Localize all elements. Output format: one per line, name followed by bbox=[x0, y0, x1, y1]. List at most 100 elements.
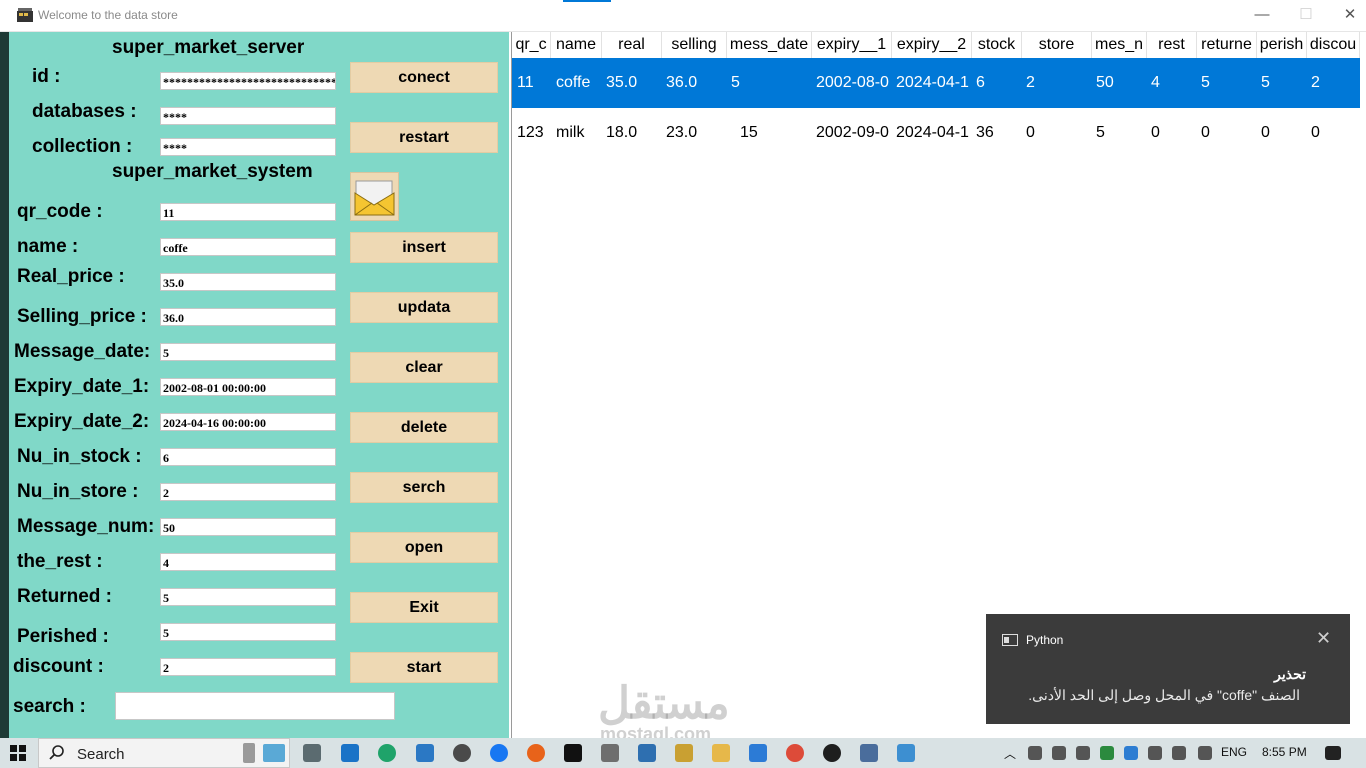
close-icon[interactable]: ✕ bbox=[1332, 4, 1366, 26]
column-header[interactable]: real bbox=[602, 32, 662, 58]
windows-start-icon[interactable] bbox=[10, 745, 26, 761]
label-nu-in-store: Nu_in_store : bbox=[17, 481, 139, 502]
column-header[interactable]: rest bbox=[1147, 32, 1197, 58]
label-expiry-date-2: Expiry_date_2: bbox=[14, 411, 150, 432]
maximize-icon[interactable]: ☐ bbox=[1288, 4, 1324, 26]
pycharm-icon[interactable] bbox=[564, 744, 582, 762]
the-rest-field[interactable]: 4 bbox=[160, 553, 336, 571]
exit-button[interactable]: Exit bbox=[350, 592, 498, 623]
wifi-icon[interactable] bbox=[1198, 746, 1212, 760]
toast-notification[interactable]: Python ✕ تحذير الصنف "coffe" في المحل وص… bbox=[986, 614, 1350, 724]
firefox-icon[interactable] bbox=[527, 744, 545, 762]
column-header[interactable]: qr_c bbox=[512, 32, 551, 58]
id-field[interactable]: ********************************** bbox=[160, 72, 336, 90]
luggage-icon bbox=[243, 743, 255, 763]
volume-icon[interactable] bbox=[1172, 746, 1186, 760]
tray-icon[interactable] bbox=[1052, 746, 1066, 760]
column-header[interactable]: store bbox=[1022, 32, 1092, 58]
label-databases: databases : bbox=[32, 101, 137, 122]
column-header[interactable]: selling bbox=[662, 32, 727, 58]
insert-button[interactable]: insert bbox=[350, 232, 498, 263]
clock[interactable]: 8:55 PM bbox=[1262, 745, 1307, 759]
label-nu-in-stock: Nu_in_stock : bbox=[17, 446, 142, 467]
column-header[interactable]: mess_date bbox=[727, 32, 812, 58]
table-cell: 0 bbox=[1261, 124, 1270, 141]
window-edge bbox=[0, 32, 9, 738]
databases-field[interactable]: **** bbox=[160, 107, 336, 125]
name-field[interactable]: coffe bbox=[160, 238, 336, 256]
task-view-icon[interactable] bbox=[303, 744, 321, 762]
label-returned: Returned : bbox=[17, 586, 112, 607]
table-cell: 0 bbox=[1151, 124, 1160, 141]
vscode-icon[interactable] bbox=[749, 744, 767, 762]
updata-button[interactable]: updata bbox=[350, 292, 498, 323]
expiry-date-1-field[interactable]: 2002-08-01 00:00:00 bbox=[160, 378, 336, 396]
table-cell: 123 bbox=[517, 124, 544, 141]
close-icon[interactable]: ✕ bbox=[1316, 628, 1331, 649]
notification-icon[interactable] bbox=[1325, 746, 1341, 760]
table-row[interactable]: 123 milk 18.0 23.0 15 2002-09-0 2024-04-… bbox=[512, 108, 1360, 158]
search-input[interactable] bbox=[115, 692, 395, 720]
column-header[interactable]: expiry__1 bbox=[812, 32, 892, 58]
column-header[interactable]: name bbox=[551, 32, 602, 58]
network-icon[interactable] bbox=[1148, 746, 1162, 760]
table-cell: coffe bbox=[556, 74, 591, 91]
selling-price-field[interactable]: 36.0 bbox=[160, 308, 336, 326]
store-icon[interactable] bbox=[341, 744, 359, 762]
search-icon bbox=[49, 745, 64, 760]
title-bar: Welcome to the data store — ☐ ✕ bbox=[0, 0, 1366, 32]
clear-button[interactable]: clear bbox=[350, 352, 498, 383]
column-header[interactable]: discou bbox=[1307, 32, 1360, 58]
table-cell: 35.0 bbox=[606, 74, 638, 91]
column-header[interactable]: returne bbox=[1197, 32, 1257, 58]
facebook-icon[interactable] bbox=[490, 744, 508, 762]
column-header[interactable]: expiry__2 bbox=[892, 32, 972, 58]
message-num-field[interactable]: 50 bbox=[160, 518, 336, 536]
tray-icon[interactable] bbox=[1124, 746, 1138, 760]
table-row[interactable]: 11 coffe 35.0 36.0 5 2002-08-0 2024-04-1… bbox=[512, 58, 1360, 108]
restart-button[interactable]: restart bbox=[350, 122, 498, 153]
notepad-icon[interactable] bbox=[860, 744, 878, 762]
app-icon[interactable] bbox=[897, 744, 915, 762]
nu-in-stock-field[interactable]: 6 bbox=[160, 448, 336, 466]
minimize-icon[interactable]: — bbox=[1244, 4, 1280, 26]
table-cell: 15 bbox=[740, 124, 758, 141]
label-the-rest: the_rest : bbox=[17, 551, 103, 572]
nu-in-store-field[interactable]: 2 bbox=[160, 483, 336, 501]
app-icon[interactable] bbox=[638, 744, 656, 762]
delete-button[interactable]: delete bbox=[350, 412, 498, 443]
table-cell: 0 bbox=[1201, 124, 1210, 141]
conect-button[interactable]: conect bbox=[350, 62, 498, 93]
column-header[interactable]: perish bbox=[1257, 32, 1307, 58]
toast-message: الصنف "coffe" في المحل وصل إلى الحد الأد… bbox=[1028, 687, 1300, 703]
tray-icon[interactable] bbox=[1028, 746, 1042, 760]
real-price-field[interactable]: 35.0 bbox=[160, 273, 336, 291]
chevron-up-icon[interactable]: ︿ bbox=[1004, 745, 1016, 762]
file-explorer-icon[interactable] bbox=[712, 744, 730, 762]
mail-icon[interactable] bbox=[416, 744, 434, 762]
column-header[interactable]: mes_n bbox=[1092, 32, 1147, 58]
mail-button[interactable] bbox=[350, 172, 399, 221]
chrome-icon[interactable] bbox=[786, 744, 804, 762]
shield-icon[interactable] bbox=[1100, 746, 1114, 760]
collection-field[interactable]: **** bbox=[160, 138, 336, 156]
tray-icon[interactable] bbox=[1076, 746, 1090, 760]
message-date-field[interactable]: 5 bbox=[160, 343, 336, 361]
python-icon[interactable] bbox=[675, 744, 693, 762]
qr-code-field[interactable]: 11 bbox=[160, 203, 336, 221]
open-button[interactable]: open bbox=[350, 532, 498, 563]
app-icon[interactable] bbox=[823, 744, 841, 762]
app-icon[interactable] bbox=[601, 744, 619, 762]
returned-field[interactable]: 5 bbox=[160, 588, 336, 606]
expiry-date-2-field[interactable]: 2024-04-16 00:00:00 bbox=[160, 413, 336, 431]
language-indicator[interactable]: ENG bbox=[1221, 745, 1247, 759]
column-header[interactable]: stock bbox=[972, 32, 1022, 58]
settings-icon[interactable] bbox=[453, 744, 471, 762]
table-cell: 5 bbox=[1261, 74, 1270, 91]
start-button[interactable]: start bbox=[350, 652, 498, 683]
discount-field[interactable]: 2 bbox=[160, 658, 336, 676]
serch-button[interactable]: serch bbox=[350, 472, 498, 503]
edge-icon[interactable] bbox=[378, 744, 396, 762]
taskbar-search[interactable]: Search bbox=[38, 738, 290, 768]
perished-field[interactable]: 5 bbox=[160, 623, 336, 641]
